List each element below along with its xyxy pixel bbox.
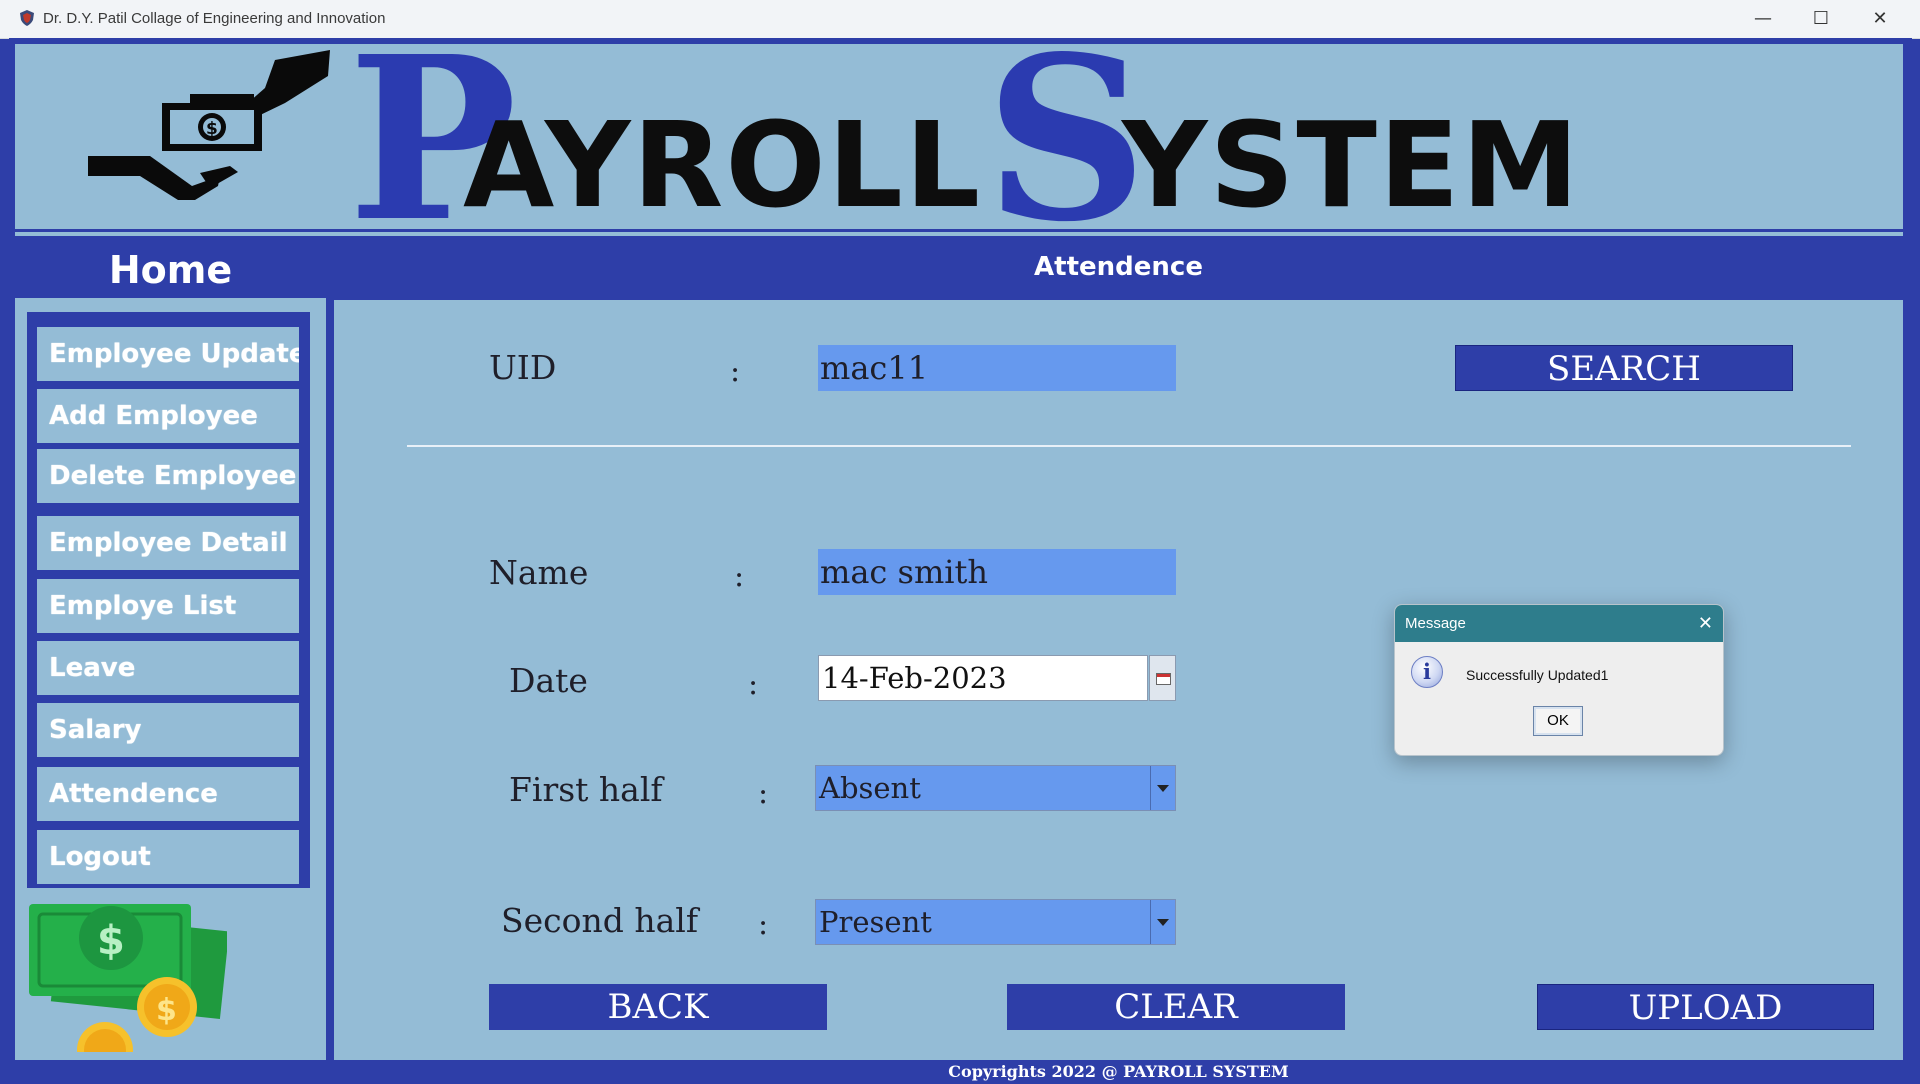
sidebar-item-logout[interactable]: Logout <box>37 830 299 884</box>
message-dialog: Message ✕ i Successfully Updated1 OK <box>1394 604 1724 756</box>
svg-text:$: $ <box>156 993 177 1028</box>
back-button[interactable]: BACK <box>489 984 827 1030</box>
first-half-label: First half <box>509 770 663 809</box>
ok-button[interactable]: OK <box>1533 706 1583 736</box>
name-label: Name <box>489 553 589 592</box>
money-hand-logo-icon: $ <box>88 50 330 200</box>
sidebar-item-employee-update[interactable]: Employee Update <box>37 327 299 381</box>
uid-input[interactable] <box>818 345 1176 391</box>
second-half-selected-value: Present <box>819 905 932 939</box>
maximize-button[interactable]: ☐ <box>1793 4 1849 34</box>
form-divider <box>407 445 1851 447</box>
sidebar-item-delete-employee[interactable]: Delete Employee <box>37 449 299 503</box>
clear-button[interactable]: CLEAR <box>1007 984 1345 1030</box>
uid-colon: : <box>730 354 741 389</box>
calendar-icon <box>1156 673 1171 685</box>
date-label: Date <box>509 661 588 700</box>
sidebar-item-salary[interactable]: Salary <box>37 703 299 757</box>
sidebar-item-leave[interactable]: Leave <box>37 641 299 695</box>
sidebar-home-header[interactable]: Home <box>15 242 326 298</box>
banner-divider-gap <box>15 232 1903 236</box>
dialog-titlebar: Message ✕ <box>1395 605 1723 642</box>
title-word-ystem: YSTEM <box>1122 96 1581 234</box>
dialog-title: Message <box>1405 615 1466 632</box>
first-half-select[interactable]: Absent <box>815 765 1176 811</box>
name-input[interactable] <box>818 549 1176 595</box>
close-window-button[interactable]: ✕ <box>1852 4 1908 34</box>
page-title: Attendence <box>334 242 1903 300</box>
chevron-down-icon[interactable] <box>1150 766 1175 810</box>
svg-text:$: $ <box>97 918 125 964</box>
second-half-colon: : <box>758 907 769 942</box>
date-colon: : <box>748 667 759 702</box>
date-input[interactable]: 14-Feb-2023 <box>818 655 1148 701</box>
first-half-selected-value: Absent <box>819 771 921 805</box>
chevron-down-icon[interactable] <box>1150 900 1175 944</box>
upload-button[interactable]: UPLOAD <box>1537 984 1874 1030</box>
calendar-picker-button[interactable] <box>1149 655 1176 701</box>
second-half-label: Second half <box>501 901 699 940</box>
search-button[interactable]: SEARCH <box>1455 345 1793 391</box>
svg-text:$: $ <box>206 119 218 139</box>
window-title: Dr. D.Y. Patil Collage of Engineering an… <box>43 10 386 27</box>
dialog-message: Successfully Updated1 <box>1466 667 1609 683</box>
footer-copyright: Copyrights 2022 @ PAYROLL SYSTEM <box>948 1062 1289 1081</box>
uid-label: UID <box>489 348 557 387</box>
name-colon: : <box>734 559 745 594</box>
window-titlebar: Dr. D.Y. Patil Collage of Engineering an… <box>0 0 1920 39</box>
second-half-select[interactable]: Present <box>815 899 1176 945</box>
sidebar-item-attendence[interactable]: Attendence <box>37 767 299 821</box>
info-icon: i <box>1411 656 1443 688</box>
first-half-colon: : <box>758 776 769 811</box>
right-edge-strip <box>1906 44 1920 1080</box>
sidebar-item-add-employee[interactable]: Add Employee <box>37 389 299 443</box>
app-shield-icon <box>20 10 34 26</box>
money-coins-icon: $ $ <box>29 904 227 1052</box>
title-word-ayroll: AYROLL <box>463 96 983 234</box>
sidebar-item-employe-list[interactable]: Employe List <box>37 579 299 633</box>
dialog-close-icon[interactable]: ✕ <box>1698 605 1713 642</box>
sidebar-item-employee-detail[interactable]: Employee Detail <box>37 516 299 570</box>
minimize-button[interactable]: — <box>1735 4 1791 34</box>
